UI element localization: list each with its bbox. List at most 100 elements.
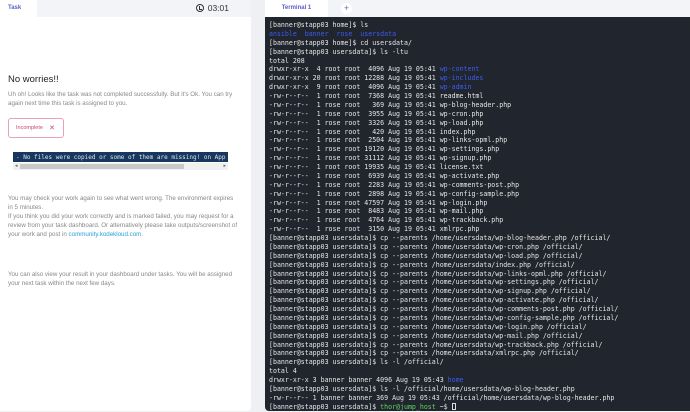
terminal-line: total 208 bbox=[269, 57, 690, 66]
terminal-text: [banner@stapp03 usersdata]$ cp --parents… bbox=[269, 349, 579, 358]
terminal-text: [banner@stapp03 usersdata]$ cp --parents… bbox=[269, 260, 575, 269]
terminal-text: -rw-r--r-- 1 rose root 4764 Aug 19 05:41… bbox=[269, 216, 504, 225]
terminal-line: -rw-r--r-- 1 root root 7368 Aug 19 05:41… bbox=[269, 92, 690, 101]
terminal-text: -rw-r--r-- 1 rose root 3150 Aug 19 05:41… bbox=[269, 225, 480, 234]
terminal-text: wp-admin bbox=[439, 83, 472, 92]
terminal-text: [banner@stapp03 usersdata]$ cp --parents… bbox=[269, 313, 619, 322]
result-heading: No worries!! bbox=[8, 74, 59, 85]
terminal-line: [banner@stapp03 usersdata]$ thor@jump_ho… bbox=[269, 402, 690, 412]
terminal-text: -rw-r--r-- 1 rose root 3326 Aug 19 05:41… bbox=[269, 118, 484, 127]
terminal-line: [banner@stapp03 usersdata]$ cp --parents… bbox=[269, 243, 690, 252]
terminal-line: [banner@stapp03 usersdata]$ cp --parents… bbox=[269, 278, 690, 287]
terminal-text: drwxr-xr-x 9 root root 4096 Aug 19 05:41 bbox=[269, 83, 440, 92]
terminal-line: -rw-r--r-- 1 rose root 420 Aug 19 05:41 … bbox=[269, 128, 690, 137]
terminal-line: -rw-r--r-- 1 rose root 8483 Aug 19 05:41… bbox=[269, 207, 690, 216]
terminal-line: drwxr-xr-x 4 root root 4096 Aug 19 05:41… bbox=[269, 65, 690, 74]
terminal-text: [banner@stapp03 usersdata]$ cp --parents… bbox=[269, 242, 583, 251]
terminal-output[interactable]: [banner@stapp03 home]$ ls ansible banner … bbox=[265, 17, 690, 411]
terminal-line: ansible banner rose usersdata bbox=[269, 30, 690, 39]
timer: 03:01 bbox=[195, 3, 229, 13]
terminal-line: -rw-r--r-- 1 rose root 47597 Aug 19 05:4… bbox=[269, 199, 690, 208]
terminal-line: [banner@stapp03 home]$ cd usersdata/ bbox=[269, 39, 690, 48]
terminal-text: -rw-r--r-- 1 rose root 31112 Aug 19 05:4… bbox=[269, 154, 492, 163]
tab-terminal-1[interactable]: Terminal 1 bbox=[265, 0, 328, 17]
terminal-line: drwxr-xr-x 9 root root 4096 Aug 19 05:41… bbox=[269, 83, 690, 92]
terminal-line: drwxr-xr-x 20 root root 12288 Aug 19 05:… bbox=[269, 74, 690, 83]
check-output: - No files were copied or some of them a… bbox=[13, 152, 228, 162]
terminal-text: -rw-r--r-- 1 rose root 8483 Aug 19 05:41… bbox=[269, 207, 484, 216]
terminal-line: -rw-r--r-- 1 rose root 2283 Aug 19 05:41… bbox=[269, 181, 690, 190]
terminal-text: [banner@stapp03 usersdata]$ ls -l /offic… bbox=[269, 384, 575, 393]
terminal-panel: Terminal 1 + [banner@stapp03 home]$ ls an… bbox=[265, 0, 690, 411]
terminal-line: -rw-r--r-- 1 rose root 3326 Aug 19 05:41… bbox=[269, 119, 690, 128]
task-header: Task 03:01 bbox=[0, 0, 251, 17]
add-terminal-button[interactable]: + bbox=[341, 3, 352, 14]
terminal-line: [banner@stapp03 usersdata]$ ls -ltu bbox=[269, 48, 690, 57]
terminal-line: [banner@stapp03 usersdata]$ cp --parents… bbox=[269, 349, 690, 358]
terminal-text: -rw-r--r-- 1 rose root 47597 Aug 19 05:4… bbox=[269, 198, 488, 207]
terminal-text: [banner@stapp03 usersdata]$ cp --parents… bbox=[269, 331, 583, 340]
terminal-text: drwxr-xr-x 4 root root 4096 Aug 19 05:41 bbox=[269, 65, 440, 74]
terminal-text: [banner@stapp03 usersdata]$ cp --parents… bbox=[269, 287, 591, 296]
terminal-text: wp-includes bbox=[439, 74, 484, 83]
terminal-cursor bbox=[451, 402, 456, 410]
terminal-line: -rw-r--r-- 1 rose root 31112 Aug 19 05:4… bbox=[269, 154, 690, 163]
terminal-line: [banner@stapp03 usersdata]$ cp --parents… bbox=[269, 234, 690, 243]
tab-task[interactable]: Task bbox=[0, 0, 37, 17]
terminal-line: -rw-r--r-- 1 root root 19935 Aug 19 05:4… bbox=[269, 163, 690, 172]
terminal-line: [banner@stapp03 usersdata]$ cp --parents… bbox=[269, 287, 690, 296]
terminal-line: [banner@stapp03 usersdata]$ cp --parents… bbox=[269, 296, 690, 305]
scrollbar-thumb[interactable] bbox=[20, 164, 184, 169]
terminal-text: [banner@stapp03 usersdata]$ cp --parents… bbox=[269, 296, 599, 305]
terminal-text: -rw-r--r-- 1 rose root 369 Aug 19 05:41 … bbox=[269, 100, 512, 109]
terminal-text: home bbox=[447, 376, 464, 384]
terminal-text: [banner@stapp03 usersdata]$ cp --parents… bbox=[269, 322, 587, 331]
terminal-line: -rw-r--r-- 1 rose root 19120 Aug 19 05:4… bbox=[269, 145, 690, 154]
terminal-line: -rw-r--r-- 1 rose root 2898 Aug 19 05:41… bbox=[269, 190, 690, 199]
status-label: Incomplete bbox=[16, 125, 43, 131]
terminal-line: -rw-r--r-- 1 banner banner 369 Aug 19 05… bbox=[269, 394, 690, 403]
dashboard-text: You can also view your result in your da… bbox=[8, 271, 233, 288]
horizontal-scrollbar[interactable]: ◂ ▸ bbox=[13, 163, 228, 170]
terminal-line: [banner@stapp03 usersdata]$ cp --parents… bbox=[269, 252, 690, 261]
result-message: Uh oh! Looks like the task was not compl… bbox=[8, 91, 233, 108]
check-work-text: You may check your work again to see wha… bbox=[8, 195, 234, 212]
terminal-line: [banner@stapp03 usersdata]$ cp --parents… bbox=[269, 261, 690, 270]
terminal-line: [banner@stapp03 usersdata]$ cp --parents… bbox=[269, 323, 690, 332]
terminal-text: [banner@stapp03 usersdata]$ cp --parents… bbox=[269, 340, 603, 349]
terminal-text: [banner@stapp03 home]$ ls bbox=[269, 21, 369, 29]
period: . bbox=[141, 231, 144, 239]
terminal-line: -rw-r--r-- 1 rose root 2504 Aug 19 05:41… bbox=[269, 136, 690, 145]
terminal-text: -rw-r--r-- 1 rose root 19120 Aug 19 05:4… bbox=[269, 145, 500, 154]
community-link[interactable]: community.kodekloud.com bbox=[69, 231, 142, 238]
close-icon[interactable]: ✕ bbox=[49, 124, 55, 132]
scroll-right-icon[interactable]: ▸ bbox=[223, 163, 226, 169]
terminal-line: [banner@stapp03 home]$ ls bbox=[269, 21, 690, 30]
terminal-line: [banner@stapp03 usersdata]$ cp --parents… bbox=[269, 314, 690, 323]
terminal-text: -rw-r--r-- 1 rose root 2504 Aug 19 05:41… bbox=[269, 136, 508, 145]
terminal-line: drwxr-xr-x 3 banner banner 4096 Aug 19 0… bbox=[269, 376, 690, 385]
review-text: If you think you did your work correctly… bbox=[8, 212, 238, 240]
terminal-line: -rw-r--r-- 1 rose root 369 Aug 19 05:41 … bbox=[269, 101, 690, 110]
terminal-text: thor@jump_host bbox=[380, 402, 436, 411]
terminal-line: [banner@stapp03 usersdata]$ cp --parents… bbox=[269, 341, 690, 350]
terminal-text: -rw-r--r-- 1 rose root 2283 Aug 19 05:41… bbox=[269, 180, 520, 189]
terminal-tabbar: Terminal 1 + bbox=[265, 0, 690, 17]
terminal-text: [banner@stapp03 usersdata]$ ls -l /offic… bbox=[269, 358, 444, 367]
terminal-text: total 208 bbox=[269, 56, 305, 65]
terminal-text: [banner@stapp03 home]$ cd usersdata/ bbox=[269, 38, 412, 47]
terminal-text: ansible banner rose usersdata bbox=[269, 29, 397, 38]
terminal-text: ~$ bbox=[435, 402, 452, 411]
scroll-left-icon[interactable]: ◂ bbox=[15, 163, 18, 169]
alarm-clock-icon bbox=[195, 4, 204, 12]
terminal-text: [banner@stapp03 usersdata]$ bbox=[269, 402, 381, 411]
terminal-line: [banner@stapp03 usersdata]$ cp --parents… bbox=[269, 305, 690, 314]
terminal-text: -rw-r--r-- 1 rose root 6939 Aug 19 05:41… bbox=[269, 171, 500, 180]
terminal-text: [banner@stapp03 usersdata]$ ls -ltu bbox=[269, 47, 408, 56]
terminal-text: [banner@stapp03 usersdata]$ cp --parents… bbox=[269, 269, 607, 278]
terminal-line: -rw-r--r-- 1 rose root 4764 Aug 19 05:41… bbox=[269, 216, 690, 225]
terminal-text: -rw-r--r-- 1 rose root 2898 Aug 19 05:41… bbox=[269, 189, 520, 198]
terminal-text: -rw-r--r-- 1 root root 7368 Aug 19 05:41… bbox=[269, 92, 484, 100]
task-panel: Task 03:01 No worries!! Uh oh! Looks lik… bbox=[0, 0, 251, 411]
terminal-text: -rw-r--r-- 1 rose root 3955 Aug 19 05:41… bbox=[269, 109, 484, 118]
